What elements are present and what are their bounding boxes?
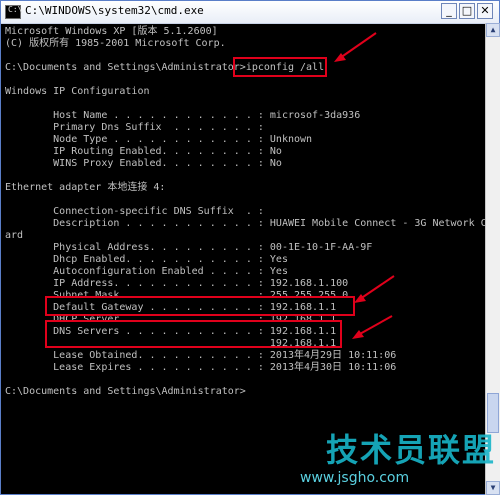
arrow-icon — [352, 315, 393, 339]
scroll-up-icon[interactable]: ▲ — [486, 23, 500, 37]
cmd-icon-label: C:\ — [8, 5, 23, 14]
console-prompt: C:\Documents and Settings\Administrator> — [5, 386, 246, 397]
watermark-logo: 技术员联盟 — [325, 431, 496, 469]
console-line: Windows IP Configuration — [5, 86, 150, 97]
console-line: IP Routing Enabled. . . . . . . . : No — [5, 146, 282, 157]
console-line: Lease Expires . . . . . . . . . . : 2013… — [5, 362, 397, 373]
console-line: Description . . . . . . . . . . . : HUAW… — [5, 218, 485, 229]
console-line: Primary Dns Suffix . . . . . . . : — [5, 122, 264, 133]
console-line: Node Type . . . . . . . . . . . . : Unkn… — [5, 134, 313, 145]
console-line: WINS Proxy Enabled. . . . . . . . : No — [5, 158, 282, 169]
arrow-icon — [354, 275, 395, 303]
minimize-button[interactable]: _ — [441, 3, 457, 19]
console-line: Dhcp Enabled. . . . . . . . . . . : Yes — [5, 254, 288, 265]
console-line: Lease Obtained. . . . . . . . . . : 2013… — [5, 350, 397, 361]
console-line: Connection-specific DNS Suffix . : — [5, 206, 264, 217]
cmd-icon[interactable]: C:\ — [5, 5, 23, 19]
console-line: Ethernet adapter 本地连接 4: — [5, 182, 166, 193]
console-line: ard — [5, 230, 24, 241]
highlight-gateway-box — [45, 296, 355, 316]
console-line: Autoconfiguration Enabled . . . . : Yes — [5, 266, 288, 277]
scroll-down-icon[interactable]: ▼ — [486, 481, 500, 495]
console-line: (C) 版权所有 1985-2001 Microsoft Corp. — [5, 38, 226, 49]
maximize-button[interactable]: □ — [459, 3, 475, 19]
console-line: Physical Address. . . . . . . . . : 00-1… — [5, 242, 373, 253]
highlight-command-box — [233, 57, 327, 77]
watermark-url: www.jsgho.com — [300, 470, 410, 486]
highlight-dns-box — [45, 320, 342, 348]
title-bar[interactable]: C:\ C:\WINDOWS\system32\cmd.exe _ □ ✕ — [1, 1, 499, 24]
console-line: IP Address. . . . . . . . . . . . : 192.… — [5, 278, 349, 289]
console-line: Microsoft Windows XP [版本 5.1.2600] — [5, 26, 218, 37]
arrow-icon — [334, 32, 377, 62]
close-button[interactable]: ✕ — [477, 3, 493, 19]
console-line: Host Name . . . . . . . . . . . . : micr… — [5, 110, 361, 121]
window-title: C:\WINDOWS\system32\cmd.exe — [25, 4, 204, 17]
